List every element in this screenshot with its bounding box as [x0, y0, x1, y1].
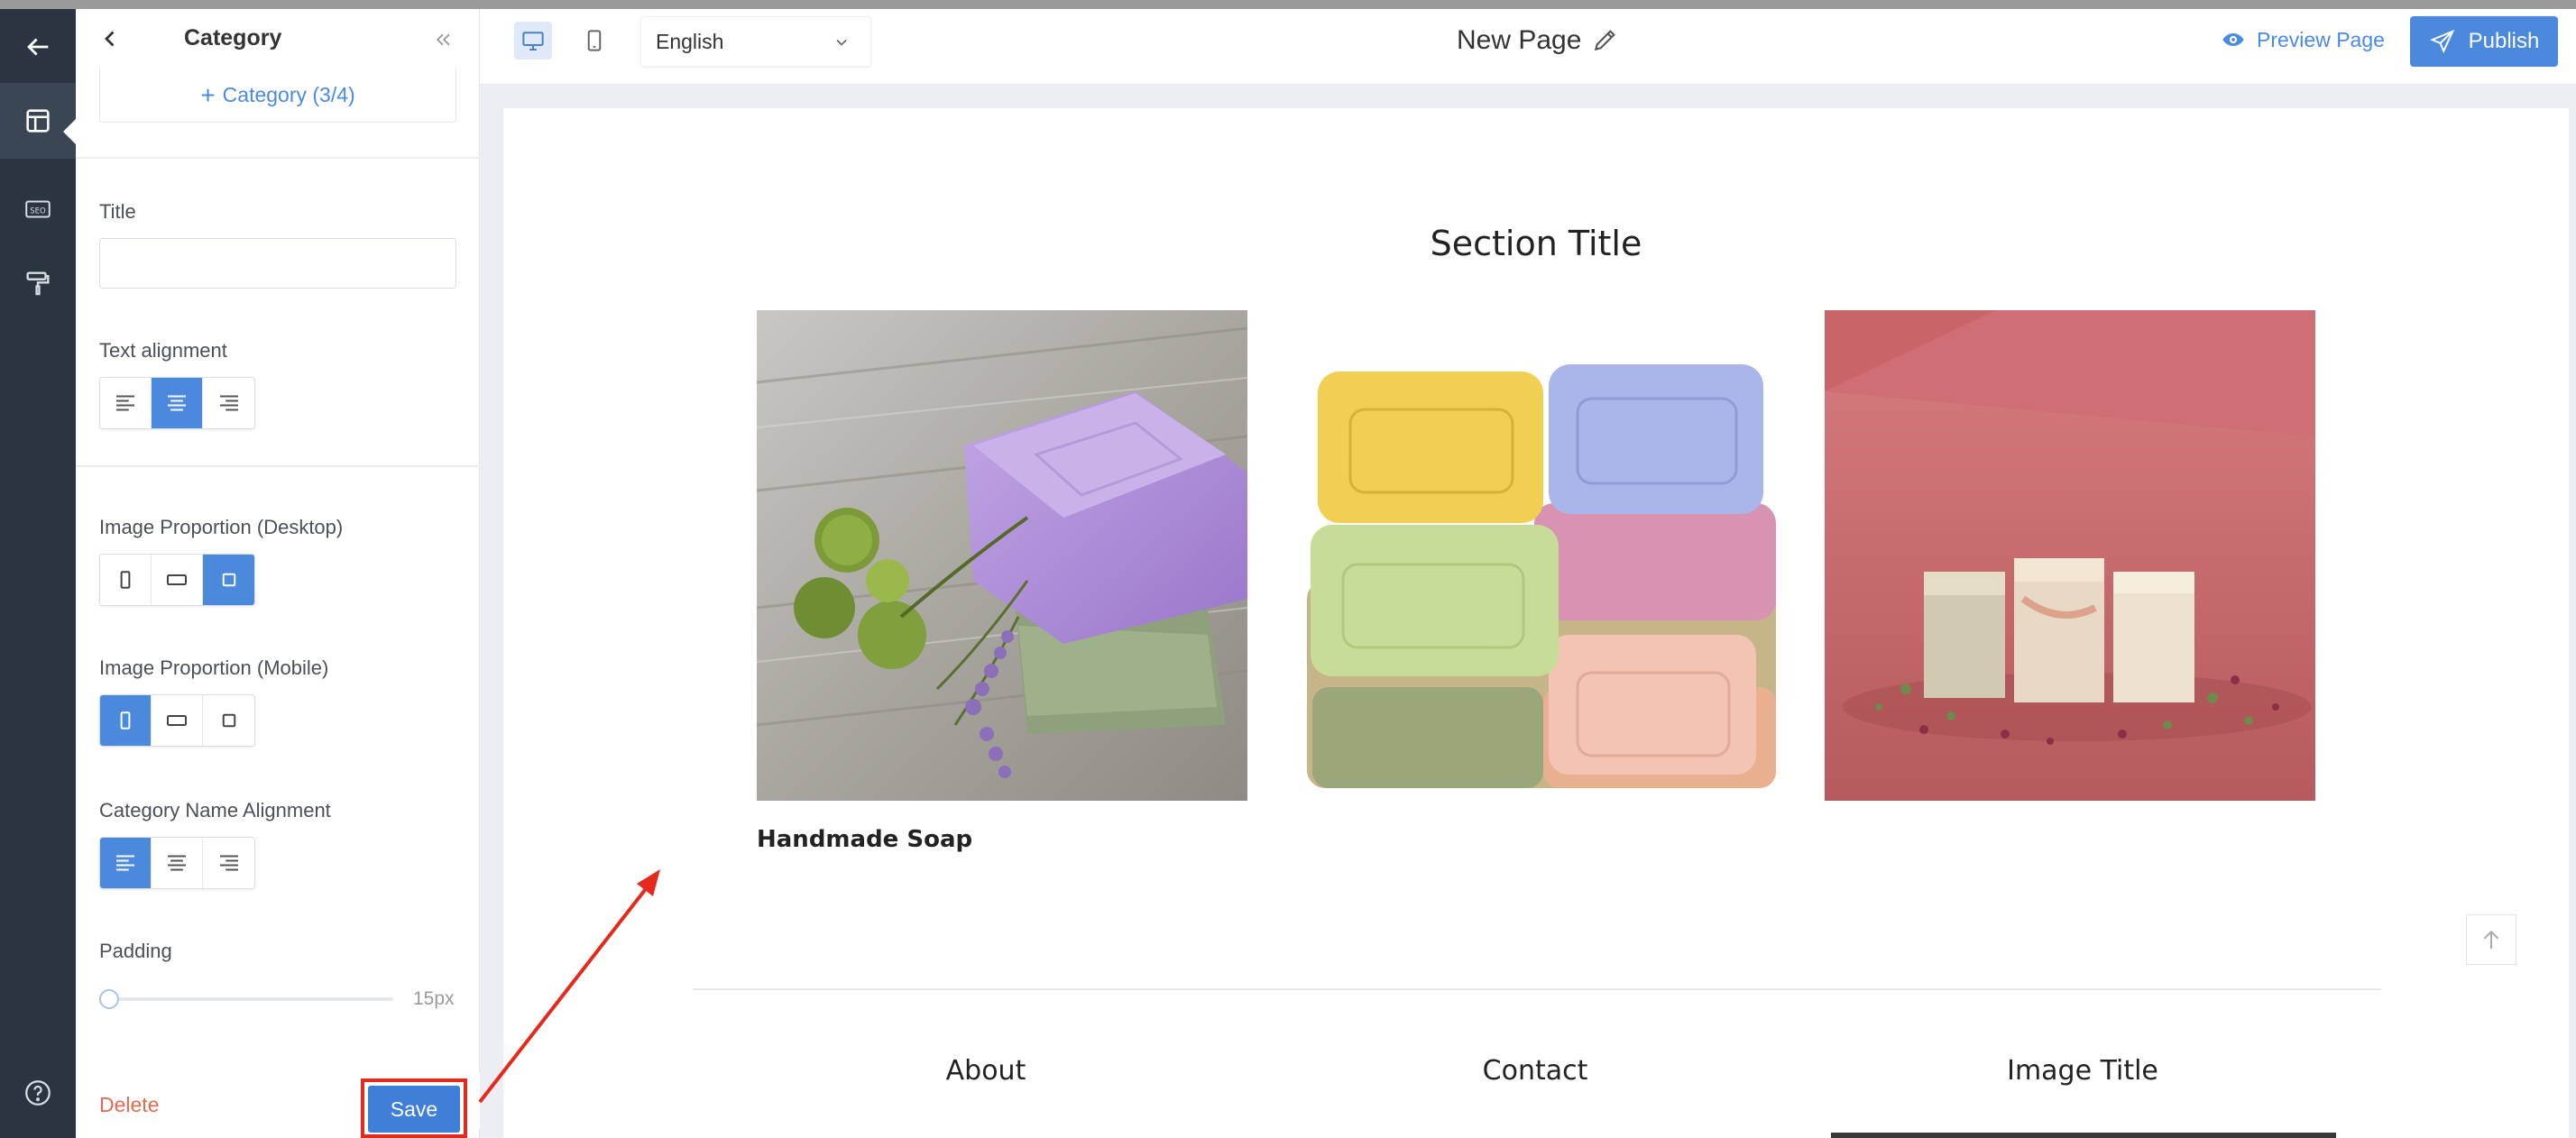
page-name: New Page [1457, 25, 1582, 55]
save-button[interactable]: Save [368, 1086, 460, 1133]
chevron-down-icon [836, 39, 847, 46]
category-image-handmade-bars[interactable] [1825, 310, 2315, 801]
svg-text:SEO: SEO [30, 206, 46, 216]
align-right-button[interactable] [203, 378, 254, 428]
preview-page-label: Preview Page [2257, 27, 2385, 51]
divider [76, 465, 480, 467]
category-name-alignment-label: Category Name Alignment [99, 799, 331, 821]
category-name-alignment-control [99, 837, 255, 889]
collapse-panel-icon[interactable] [429, 27, 456, 52]
publish-label: Publish [2468, 29, 2540, 53]
align-right-icon [219, 395, 238, 411]
proportion-portrait-button[interactable] [100, 695, 152, 746]
active-pointer [63, 119, 76, 144]
portrait-rect-icon [120, 711, 131, 730]
proportion-square-button[interactable] [203, 695, 254, 746]
align-left-button[interactable] [100, 378, 152, 428]
top-toolbar: English New Page Preview Page Publish [480, 9, 2576, 85]
align-center-button[interactable] [152, 378, 203, 428]
align-center-icon [168, 855, 186, 871]
add-category-button[interactable]: + Category (3/4) [99, 69, 456, 123]
proportion-square-button[interactable] [203, 555, 254, 605]
category-name[interactable]: Handmade Soap [757, 826, 972, 853]
title-input[interactable] [99, 238, 456, 289]
language-select[interactable]: English [640, 16, 871, 67]
align-left-button[interactable] [100, 838, 152, 888]
footer-image [1831, 1133, 2336, 1138]
left-rail: SEO [0, 9, 76, 1138]
proportion-landscape-button[interactable] [152, 555, 203, 605]
plus-icon: + [200, 80, 216, 109]
language-value: English [656, 29, 724, 53]
text-alignment-control [99, 377, 255, 429]
align-right-icon [219, 855, 238, 871]
footer-contact-heading[interactable]: Contact [1355, 1055, 1716, 1087]
delete-button[interactable]: Delete [99, 1093, 159, 1117]
portrait-rect-icon [120, 571, 131, 589]
padding-slider-track[interactable] [99, 997, 393, 1001]
phone-icon [587, 30, 602, 51]
category-image-provence-soaps[interactable] [1291, 310, 1781, 801]
chevron-left-icon[interactable] [97, 25, 124, 52]
proportion-landscape-button[interactable] [152, 695, 203, 746]
proportion-portrait-button[interactable] [100, 555, 152, 605]
settings-panel: Category + Category (3/4) Title Text ali… [76, 9, 480, 1138]
image-proportion-desktop-control [99, 554, 255, 606]
landscape-rect-icon [167, 715, 187, 726]
eye-icon [2222, 33, 2244, 46]
publish-button[interactable]: Publish [2410, 16, 2558, 67]
align-center-button[interactable] [152, 838, 203, 888]
panel-header: Category [76, 9, 480, 69]
scroll-to-top-button[interactable] [2466, 914, 2516, 965]
image-proportion-mobile-control [99, 694, 255, 747]
align-left-icon [116, 395, 134, 411]
pencil-icon[interactable] [1591, 25, 1620, 54]
divider [76, 157, 480, 159]
help-icon[interactable] [0, 1055, 76, 1131]
preview-page-link[interactable]: Preview Page [2221, 27, 2385, 52]
desktop-view-button[interactable] [514, 22, 552, 60]
padding-label: Padding [99, 940, 172, 962]
window-top-border [0, 0, 2576, 9]
title-label: Title [99, 200, 136, 223]
arrow-up-icon [2483, 930, 2499, 949]
page-canvas: Section Title Handmade Soap About Contac… [503, 108, 2569, 1138]
image-proportion-desktop-label: Image Proportion (Desktop) [99, 516, 344, 538]
align-left-icon [116, 855, 134, 871]
padding-slider-handle[interactable] [99, 989, 119, 1009]
padding-value: 15px [413, 988, 455, 1009]
back-arrow-icon[interactable] [0, 9, 76, 85]
mobile-view-button[interactable] [575, 22, 613, 60]
landscape-rect-icon [167, 574, 187, 585]
paper-plane-icon [2429, 29, 2454, 54]
square-icon [222, 573, 235, 587]
paint-roller-icon[interactable] [0, 245, 76, 321]
category-image-lavender-soap[interactable] [757, 310, 1247, 801]
text-alignment-label: Text alignment [99, 339, 227, 362]
image-proportion-mobile-label: Image Proportion (Mobile) [99, 656, 329, 679]
seo-icon[interactable]: SEO [0, 171, 76, 247]
square-icon [222, 713, 235, 728]
footer-divider [693, 988, 2381, 990]
monitor-icon [522, 32, 544, 50]
footer-about-heading[interactable]: About [805, 1055, 1166, 1087]
footer-image-title-heading[interactable]: Image Title [1902, 1055, 2263, 1087]
add-category-label: Category (3/4) [222, 83, 355, 106]
panel-title: Category [184, 25, 282, 50]
align-center-icon [168, 395, 186, 411]
align-right-button[interactable] [203, 838, 254, 888]
section-title[interactable]: Section Title [503, 224, 2569, 263]
